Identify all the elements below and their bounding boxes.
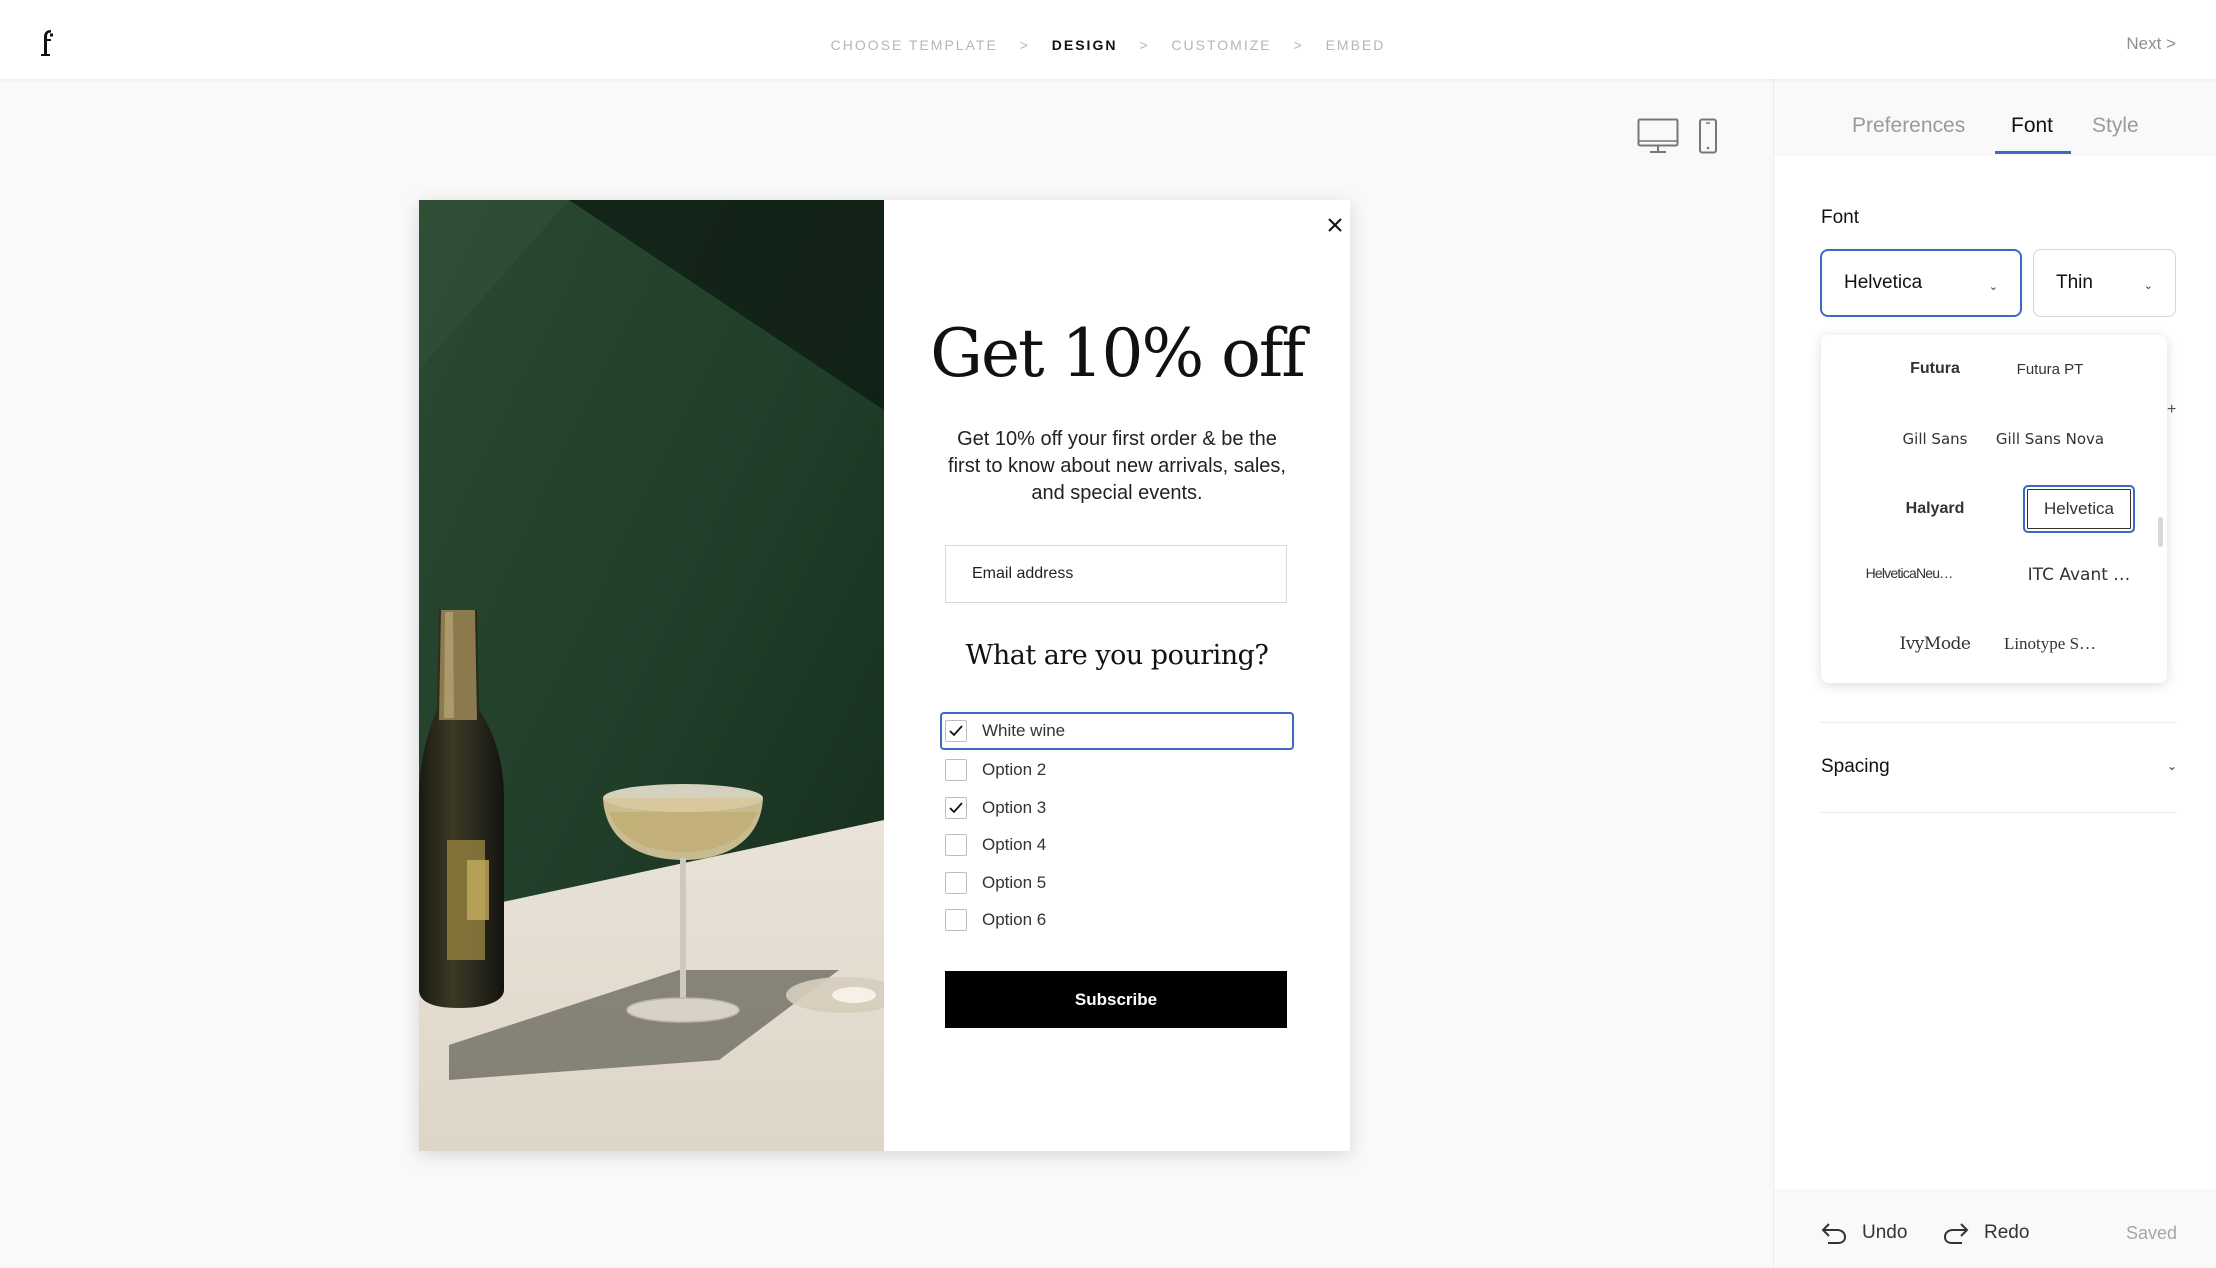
redo-button[interactable]: Redo <box>1942 1221 2029 1245</box>
save-status: Saved <box>2125 1223 2177 1243</box>
popup-content: Get 10% off Get 10% off your first order… <box>884 200 1350 1151</box>
breadcrumb: CHOOSE TEMPLATE > DESIGN > CUSTOMIZE > E… <box>0 36 2216 53</box>
checkmark-icon <box>949 725 963 737</box>
option-4[interactable]: Option 4 <box>942 827 1292 865</box>
step-design[interactable]: DESIGN <box>1052 37 1118 53</box>
top-bar: CHOOSE TEMPLATE > DESIGN > CUSTOMIZE > E… <box>0 0 2216 79</box>
option-2[interactable]: Option 2 <box>942 752 1292 790</box>
undo-icon <box>1821 1223 1847 1244</box>
checkbox[interactable] <box>945 871 967 894</box>
option-6[interactable]: Option 6 <box>942 902 1292 940</box>
divider <box>1820 722 2177 723</box>
active-tab-indicator <box>1995 151 2071 154</box>
checkbox-options: White wine Option 2 Option 3 Option 4 Op… <box>940 712 1294 940</box>
checkbox[interactable] <box>945 834 967 857</box>
font-weight-value: Thin <box>2056 272 2093 293</box>
checkbox[interactable] <box>945 720 967 742</box>
font-option-itc-avant[interactable]: ITC Avant … <box>2021 554 2137 596</box>
step-separator: > <box>1139 37 1150 54</box>
step-embed[interactable]: EMBED <box>1326 37 1386 53</box>
option-3[interactable]: Option 3 <box>942 789 1292 827</box>
close-icon[interactable] <box>1325 215 1345 235</box>
font-weight-select[interactable]: Thin ⌄ <box>2033 249 2176 317</box>
plus-icon: + <box>2167 401 2177 418</box>
font-option-gill-sans-nova[interactable]: Gill Sans Nova <box>1992 418 2108 460</box>
step-choose-template[interactable]: CHOOSE TEMPLATE <box>831 37 998 53</box>
font-option-futura[interactable]: Futura <box>1877 348 1993 390</box>
next-button[interactable]: Next > <box>2126 34 2176 54</box>
font-option-helveticaneue[interactable]: HelveticaNeu… <box>1849 552 1969 594</box>
dropdown-scrollbar[interactable] <box>2158 517 2163 547</box>
option-label: White wine <box>982 721 1066 740</box>
font-family-select[interactable]: Helvetica ⌄ <box>1820 249 2022 317</box>
popup-subtext: Get 10% off your first order & be the fi… <box>948 428 1286 504</box>
font-option-ivymode[interactable]: IvyMode <box>1877 623 1993 665</box>
undo-button[interactable]: Undo <box>1820 1221 1907 1245</box>
redo-label: Redo <box>1984 1222 2030 1243</box>
panel-tabs: Preferences Font Style <box>1774 79 2216 156</box>
email-field[interactable] <box>945 545 1287 603</box>
checkbox[interactable] <box>945 909 967 932</box>
popup-preview: Get 10% off Get 10% off your first order… <box>419 200 1350 1151</box>
option-5[interactable]: Option 5 <box>942 864 1292 902</box>
tab-font[interactable]: Font <box>2011 114 2053 138</box>
question-heading: What are you pouring? <box>965 640 1269 671</box>
popup-hero-image <box>419 200 884 1151</box>
mobile-icon[interactable] <box>1698 118 1718 154</box>
option-label: Option 3 <box>982 797 1047 817</box>
desktop-icon[interactable] <box>1637 118 1679 154</box>
font-section-label: Font <box>1821 207 1860 228</box>
subscribe-button[interactable]: Subscribe <box>945 971 1287 1028</box>
tab-style[interactable]: Style <box>2092 114 2139 138</box>
chevron-down-icon: ⌄ <box>2143 280 2153 292</box>
undo-label: Undo <box>1862 1222 1908 1243</box>
option-white-wine[interactable]: White wine <box>940 712 1294 750</box>
option-label: Option 2 <box>982 760 1047 780</box>
chevron-down-icon: ⌄ <box>1988 281 1998 293</box>
checkbox[interactable] <box>945 759 967 782</box>
font-option-futura-pt[interactable]: Futura PT <box>1992 348 2108 390</box>
step-separator: > <box>1019 37 1030 54</box>
option-label: Option 6 <box>982 910 1047 930</box>
step-customize[interactable]: CUSTOMIZE <box>1171 37 1271 53</box>
font-family-dropdown: Futura Futura PT Gill Sans Gill Sans Nov… <box>1821 335 2167 683</box>
chevron-down-icon: ⌄ <box>2166 759 2177 773</box>
spacing-section-toggle[interactable]: Spacing ⌄ <box>1820 756 2177 816</box>
step-separator: > <box>1293 37 1304 54</box>
tab-preferences[interactable]: Preferences <box>1852 114 1965 138</box>
font-option-linotype[interactable]: Linotype S… <box>1992 623 2108 665</box>
option-label: Option 5 <box>982 872 1047 892</box>
wine-photo <box>419 200 884 1151</box>
panel-footer: Undo Redo Saved <box>1774 1189 2216 1268</box>
font-option-gill-sans[interactable]: Gill Sans <box>1877 418 1993 460</box>
font-option-halyard[interactable]: Halyard <box>1877 488 1993 530</box>
spacing-label: Spacing <box>1821 756 1890 777</box>
font-family-value: Helvetica <box>1844 272 1923 293</box>
design-panel: Preferences Font Style Font Helvetica ⌄ … <box>1773 79 2216 1268</box>
checkmark-icon <box>949 802 963 814</box>
popup-headline: Get 10% off <box>930 315 1306 392</box>
option-label: Option 4 <box>982 835 1047 855</box>
redo-icon <box>1943 1223 1969 1244</box>
checkbox[interactable] <box>945 796 967 819</box>
font-option-helvetica[interactable]: Helvetica <box>2023 485 2135 533</box>
divider <box>1820 812 2177 813</box>
